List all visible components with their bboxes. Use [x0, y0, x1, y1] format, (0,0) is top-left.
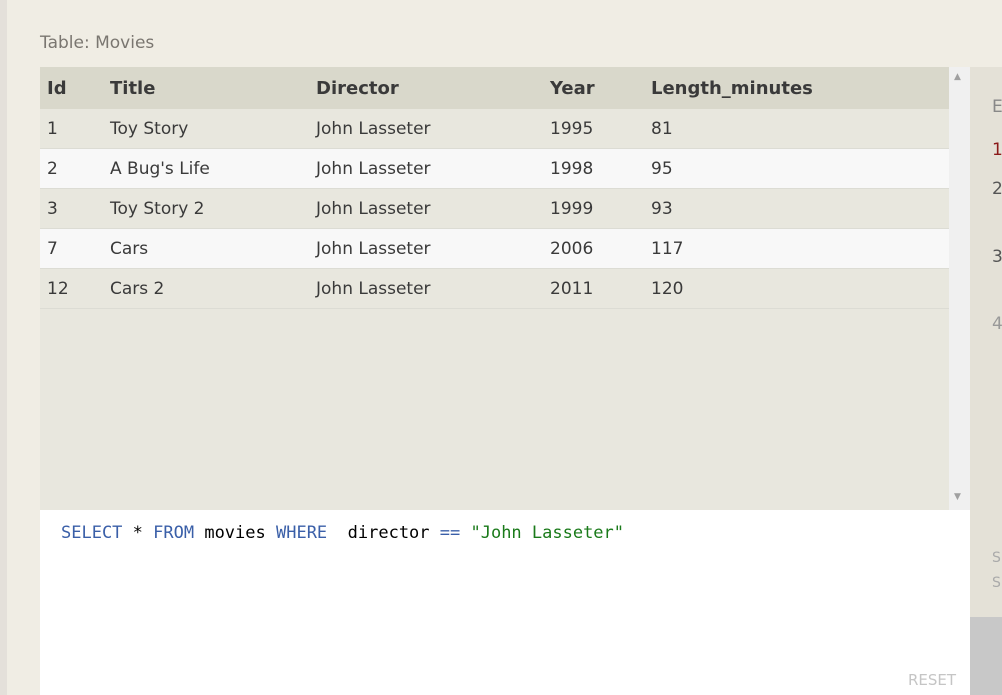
operator: ==: [439, 523, 461, 543]
left-border: [0, 0, 7, 695]
table-label: Table: Movies: [40, 33, 155, 53]
keyword: SELECT: [61, 523, 123, 543]
table-row: 1 Toy Story John Lasseter 1995 81: [40, 109, 949, 149]
table-header-row: Id Title Director Year Length_minutes: [40, 67, 949, 109]
table-cell: John Lasseter: [309, 228, 543, 269]
results-table: Id Title Director Year Length_minutes 1T…: [40, 67, 949, 309]
sql-query-editor[interactable]: SELECT * FROM movies WHERE director == "…: [40, 510, 970, 695]
keyword: WHERE: [275, 523, 328, 543]
table-cell: 81: [644, 109, 949, 149]
table-cell: 1999: [543, 188, 644, 229]
table-cell: Toy Story: [103, 109, 309, 149]
table-cell: Cars 2: [103, 268, 309, 309]
table-cell: 7: [40, 228, 103, 269]
scroll-up-arrow-icon[interactable]: ▲: [954, 72, 961, 82]
token: director: [327, 523, 440, 543]
table-cell: 2006: [543, 228, 644, 269]
table-cell: 1998: [543, 148, 644, 189]
table-row: 12 Cars 2 John Lasseter 2011 120: [40, 268, 949, 309]
table-cell: 117: [644, 228, 949, 269]
column-header: Year: [543, 67, 644, 109]
table-cell: 1: [40, 109, 103, 149]
table-cell: 2: [40, 148, 103, 189]
reset-button[interactable]: RESET: [908, 671, 956, 689]
table-cell: 12: [40, 268, 103, 309]
table-cell: 95: [644, 148, 949, 189]
table-cell: A Bug's Life: [103, 148, 309, 189]
query-text[interactable]: SELECT * FROM movies WHERE director == "…: [61, 523, 624, 543]
token: *: [122, 523, 154, 543]
column-header: Length_minutes: [644, 67, 949, 109]
side-text: 3: [992, 247, 1002, 267]
side-panel: E 1 2 3 4 S S: [970, 67, 1002, 617]
token: movies: [194, 523, 276, 543]
scroll-down-arrow-icon[interactable]: ▼: [954, 492, 961, 502]
side-text: 4: [992, 314, 1002, 334]
table-cell: 3: [40, 188, 103, 229]
side-text: S: [992, 550, 1001, 566]
keyword: FROM: [153, 523, 195, 543]
table-cell: Toy Story 2: [103, 188, 309, 229]
table-cell: 93: [644, 188, 949, 229]
column-header: Title: [103, 67, 309, 109]
table-cell: 1995: [543, 109, 644, 149]
side-text: S: [992, 575, 1001, 591]
table-row: 3 Toy Story 2 John Lasseter 1999 93: [40, 188, 949, 229]
side-text: 1: [992, 140, 1002, 160]
column-header: Id: [40, 67, 103, 109]
column-header: Director: [309, 67, 543, 109]
table-row: 7 Cars John Lasseter 2006 117: [40, 228, 949, 269]
side-text: 2: [992, 179, 1002, 199]
table-cell: John Lasseter: [309, 268, 543, 309]
side-panel-footer: [970, 617, 1002, 695]
table-cell: 2011: [543, 268, 644, 309]
table-row: 2A Bug's Life John Lasseter 1998 95: [40, 148, 949, 189]
table-cell: 120: [644, 268, 949, 309]
table-cell: John Lasseter: [309, 148, 543, 189]
string-literal: "John Lasseter": [460, 523, 625, 543]
table-cell: Cars: [103, 228, 309, 269]
table-cell: John Lasseter: [309, 188, 543, 229]
vertical-scrollbar[interactable]: ▲ ▼: [949, 67, 970, 510]
side-text: E: [992, 97, 1002, 117]
table-cell: John Lasseter: [309, 109, 543, 149]
results-table-container: Id Title Director Year Length_minutes 1T…: [40, 67, 970, 510]
